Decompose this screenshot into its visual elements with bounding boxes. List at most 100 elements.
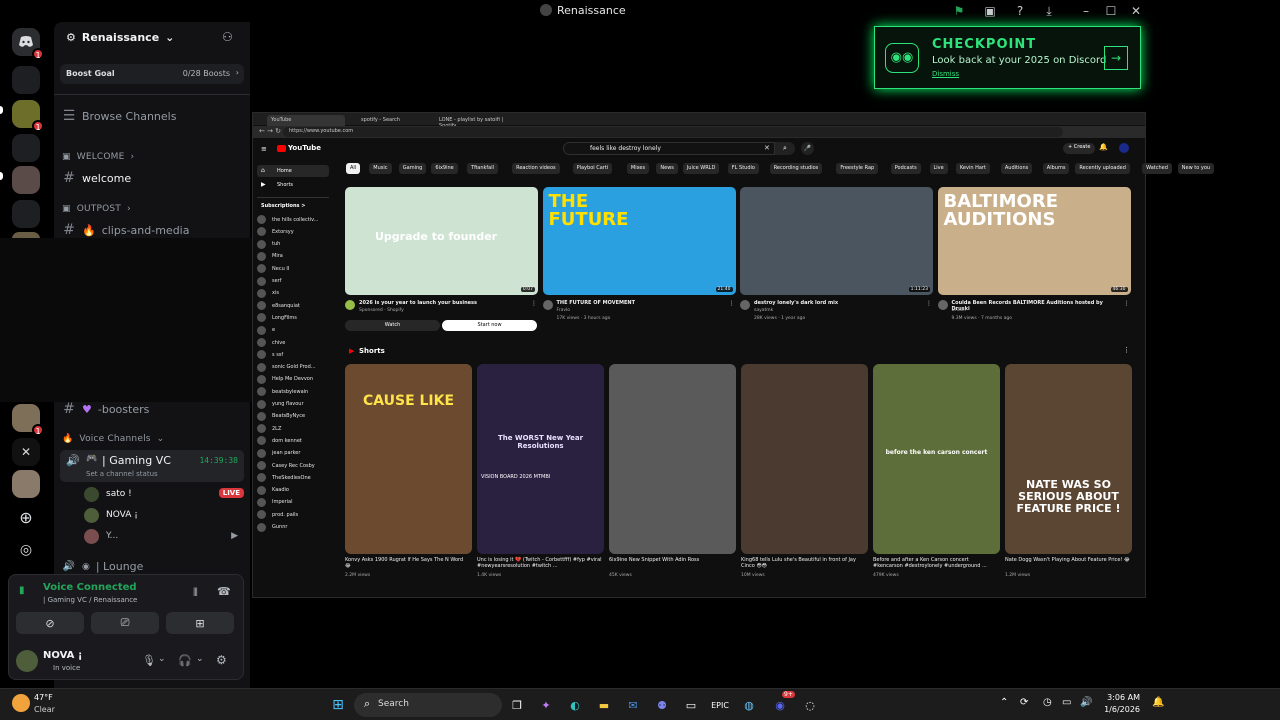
category-welcome[interactable]: ▣ WELCOME › [62,152,242,162]
filter-chip[interactable]: Albums [1042,163,1070,174]
filter-chip[interactable]: News [656,163,678,174]
short-title[interactable]: 6ix9ine New Snippet With Adin Ross [609,557,734,563]
voice-member[interactable]: Y... ▶ [84,529,244,545]
clock-date[interactable]: 1/6/2026 [1096,705,1140,714]
filter-chip[interactable]: Music [369,163,392,174]
voice-location[interactable]: | Gaming VC / Renaissance [43,596,137,604]
subscription-item[interactable]: beatsbylewain [257,387,308,397]
channel-welcome[interactable]: # welcome [62,170,242,186]
server-icon[interactable] [12,134,40,162]
subscription-item[interactable]: LongFilms [257,313,297,323]
clear-search-icon[interactable]: ✕ [764,144,770,152]
menu-icon[interactable]: ≡ [261,145,267,153]
subscription-item[interactable]: dom kennet [257,436,302,446]
taskbar-search-input[interactable]: ⌕ Search [354,693,502,717]
more-options-icon[interactable]: ⋮ [729,300,735,307]
subscription-item[interactable]: Help Me Devvon [257,374,313,384]
channel-avatar[interactable] [542,300,553,310]
subscription-item[interactable]: Imperial [257,497,293,507]
chrome-icon[interactable]: ◌ [800,695,820,715]
teams-icon[interactable]: ⚉ [652,695,672,715]
subscription-item[interactable]: jean parker [257,448,300,458]
short-title[interactable]: Before and after a Ken Carson concert #k… [873,557,998,569]
camera-toggle-icon[interactable]: ⊘ [16,612,84,634]
short-thumbnail[interactable] [741,364,868,554]
arrow-right-icon[interactable]: → [1104,46,1128,70]
server-icon[interactable]: 1 [12,404,44,436]
subscription-item[interactable]: xis [257,288,279,298]
weather-icon[interactable] [12,694,30,712]
subscription-item[interactable]: the hills collectiv... [257,215,318,224]
task-view-icon[interactable]: ❐ [507,695,527,715]
yt-nav-shorts[interactable]: ▶ Shorts [257,179,329,191]
tray-app-icon[interactable]: ◷ [1043,697,1052,708]
filter-chip[interactable]: New to you [1177,163,1215,174]
nav-back-icon[interactable]: ← → ↻ [259,127,281,135]
channel-name[interactable]: sayatmk [754,308,773,313]
more-options-icon[interactable]: ⋮ [926,300,932,307]
subscription-item[interactable]: prod. pails [257,510,298,520]
settings-gear-icon[interactable]: ⚙ [216,653,227,667]
subscription-item[interactable]: sonic Gold Prod... [257,362,316,372]
clock-time[interactable]: 3:06 AM [1102,693,1140,702]
video-thumbnail[interactable]: BALTIMORE AUDITIONS 46:30 [937,187,1131,295]
channel-name[interactable]: Druski [952,308,966,313]
short-thumbnail[interactable]: The WORST New Year Resolutions VISION BOA… [477,364,604,554]
voice-channel-lounge[interactable]: 🔊 ◉ | Lounge [62,560,242,573]
dismiss-link[interactable]: Dismiss [932,70,959,78]
browser-tab[interactable]: spotify - Search [357,115,435,126]
youtube-search-input[interactable]: feels like destroy lonely ✕ [563,142,775,155]
chevron-down-icon[interactable]: ⌄ [196,654,204,664]
invite-icon[interactable]: ⚇ [222,30,233,44]
channel-clips-and-media[interactable]: # 🔥 clips-and-media [62,222,242,238]
checkpoint-banner[interactable]: ◉◉ CHECKPOINT Look back at your 2025 on … [874,26,1141,89]
more-options-icon[interactable]: ⋮ [1123,346,1130,354]
short-thumbnail[interactable]: before the ken carson concert [873,364,1000,554]
file-explorer-icon[interactable]: ▬ [594,695,614,715]
filter-chip[interactable]: Auditions [1000,163,1033,174]
browser-tab[interactable]: YouTube [267,115,345,126]
category-voice[interactable]: 🔥 Voice Channels ⌄ [62,434,242,444]
subscription-item[interactable]: Mira [257,251,283,261]
subscription-item[interactable]: Extorsyy [257,227,294,237]
channel-avatar[interactable] [937,300,948,310]
subscription-item[interactable]: yung flavour [257,399,304,409]
short-thumbnail[interactable]: CAUSE LIKE [345,364,472,554]
channel-boosters[interactable]: # ♥ -boosters [62,401,242,417]
filter-chip[interactable]: Podcasts [890,163,921,174]
channel-avatar[interactable] [740,300,750,310]
filter-chip[interactable]: Juice WRLD [682,163,720,174]
microphone-icon[interactable]: 🎙 [142,654,156,667]
video-title[interactable]: THE FUTURE OF MOVEMENT [557,300,727,306]
volume-icon[interactable]: 🔊 [1080,697,1092,708]
subscription-item[interactable]: TheSkedlesOne [257,473,311,483]
short-title[interactable]: Konvy Asks 1900 Rugrat If He Says The N … [345,557,470,569]
short-title[interactable]: Nate Dogg Wasn't Playing About Feature P… [1005,557,1130,563]
filter-chip[interactable]: Reaction videos [512,163,560,174]
subscription-item[interactable]: Necu II [257,264,289,274]
voice-member[interactable]: NOVA ¡ [84,508,244,524]
video-thumbnail[interactable]: Upgrade to founder 0:07 [345,187,538,295]
filter-chip[interactable]: FL Studio [727,163,759,174]
filter-chip[interactable]: Recently uploaded [1075,163,1130,174]
channel-status[interactable]: Set a channel status [86,470,158,478]
sync-icon[interactable]: ⟳ [1020,697,1028,708]
notification-bell-icon[interactable]: 🔔 [1152,697,1164,708]
watch-button[interactable]: Watch [345,320,440,331]
filter-chip[interactable]: Gaming [398,163,427,174]
url-bar[interactable]: https://www.youtube.com [283,127,1063,137]
youtube-logo[interactable]: YouTube [277,144,321,152]
mail-icon[interactable]: ✉ [623,695,643,715]
disconnect-icon[interactable]: ☎ [217,585,231,598]
short-title[interactable]: King68 tells Lulu she's Beautiful in fro… [741,557,866,569]
subscription-item[interactable]: Gunnr [257,522,287,532]
category-outpost[interactable]: ▣ OUTPOST › [62,204,242,214]
filter-chip[interactable]: 6ix9ine [431,163,458,174]
discover-icon[interactable]: ◎ [12,536,40,564]
filter-chip[interactable]: Tfiankfall [467,163,499,174]
copilot-icon[interactable]: ✦ [536,695,556,715]
subscription-item[interactable]: chive [257,338,285,347]
filter-chip[interactable]: Watched [1142,163,1172,174]
subscription-item[interactable]: e [257,325,275,335]
filter-chip[interactable]: Live [929,163,948,174]
